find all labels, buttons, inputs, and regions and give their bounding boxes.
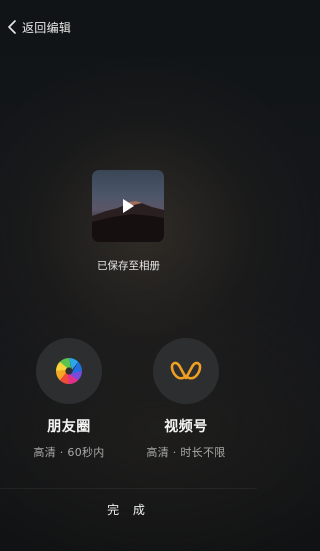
top-bar: 返回编辑 [0, 0, 257, 52]
moments-aperture-icon [55, 358, 83, 384]
chevron-left-icon [8, 20, 16, 34]
back-to-edit-button[interactable]: 返回编辑 [7, 18, 71, 36]
moments-detail: 高清 · 60秒内 [33, 446, 105, 459]
video-thumbnail[interactable] [92, 170, 164, 242]
channels-icon [170, 361, 202, 380]
play-icon[interactable] [120, 197, 136, 215]
channels-title: 视频号 [164, 419, 208, 435]
channels-detail: 高清 · 时长不限 [146, 446, 226, 459]
channels-button[interactable] [153, 338, 219, 404]
moments-button[interactable] [36, 338, 102, 404]
share-channels[interactable]: 视频号 高清 · 时长不限 [126, 338, 246, 460]
moments-title: 朋友圈 [47, 419, 91, 435]
back-label: 返回编辑 [22, 20, 72, 35]
bottom-bar: 完 成 [0, 488, 257, 551]
saved-to-album-text: 已保存至相册 [97, 260, 160, 272]
done-button[interactable]: 完 成 [0, 501, 257, 518]
share-moments[interactable]: 朋友圈 高清 · 60秒内 [9, 338, 129, 460]
